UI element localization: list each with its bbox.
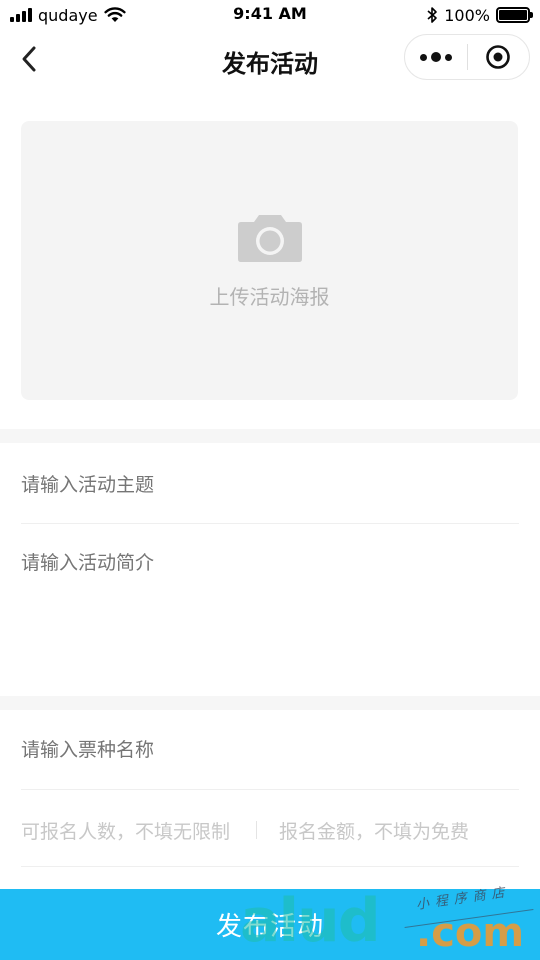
navigation-bar: 发布活动: [0, 30, 540, 88]
more-button[interactable]: [405, 35, 467, 79]
miniprogram-capsule: [404, 34, 530, 80]
vertical-divider: [256, 821, 258, 839]
section-separator: [0, 696, 540, 710]
status-right: 100%: [426, 4, 533, 26]
intro-textarea[interactable]: [21, 548, 519, 678]
ticket-name-input[interactable]: [21, 735, 519, 765]
poster-upload-area[interactable]: 上传活动海报: [21, 121, 518, 400]
divider-line: [21, 523, 519, 524]
divider-line: [21, 866, 519, 867]
chevron-left-icon: [22, 46, 36, 72]
capacity-input[interactable]: 可报名人数，不填无限制: [21, 817, 230, 844]
ticket-detail-row: 可报名人数，不填无限制 报名金额，不填为免费: [21, 815, 519, 845]
back-button[interactable]: [12, 42, 46, 76]
divider-line: [21, 789, 519, 790]
section-separator: [0, 429, 540, 443]
battery-icon: [496, 7, 533, 23]
publish-button[interactable]: 发布活动: [0, 889, 540, 960]
close-miniprogram-button[interactable]: [468, 35, 530, 79]
theme-input[interactable]: [21, 470, 519, 500]
camera-icon: [237, 215, 302, 262]
battery-percentage: 100%: [444, 5, 490, 25]
status-bar: qudaye 9:41 AM 100%: [0, 0, 540, 30]
target-circle-icon: [486, 45, 511, 69]
upload-poster-label: 上传活动海报: [209, 285, 330, 309]
fee-input[interactable]: 报名金额，不填为免费: [279, 817, 469, 844]
bluetooth-icon: [427, 7, 438, 23]
more-dots-icon: [419, 52, 452, 62]
